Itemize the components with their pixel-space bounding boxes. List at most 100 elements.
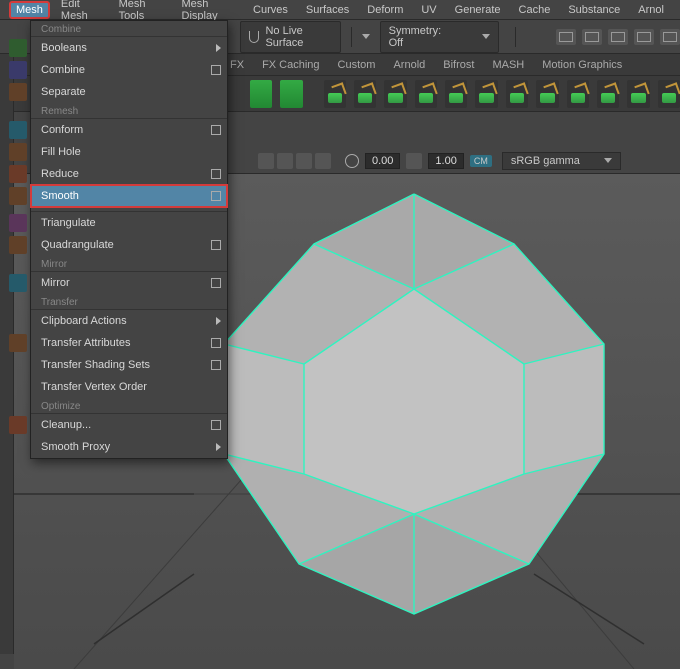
menu-item-label: Booleans (41, 42, 216, 54)
thin-dropdown-icon[interactable] (362, 34, 370, 39)
menu-item-quadrangulate[interactable]: Quadrangulate (31, 234, 227, 256)
menu-item-label: Quadrangulate (41, 239, 211, 251)
scale-tool-icon[interactable] (315, 153, 331, 169)
menu-item-smooth[interactable]: Smooth (31, 185, 227, 207)
menu-item-label: Fill Hole (41, 146, 221, 158)
divider-icon (515, 27, 516, 47)
menu-item-label: Cleanup... (41, 419, 211, 431)
smooth-icon (9, 187, 27, 205)
menubar-arnold[interactable]: Arnol (632, 2, 670, 18)
magnet-icon (249, 31, 259, 43)
option-box-icon[interactable] (211, 65, 221, 75)
value-field-1[interactable]: 0.00 (365, 153, 400, 169)
submenu-arrow-icon (216, 317, 221, 325)
option-box-icon[interactable] (211, 360, 221, 370)
menu-section-optimize: Optimize (31, 398, 227, 413)
value-field-2[interactable]: 1.00 (428, 153, 463, 169)
menu-item-reduce[interactable]: Reduce (31, 163, 227, 185)
live-surface-dropdown[interactable]: No Live Surface (240, 21, 341, 53)
shelf-icon-brush-4[interactable] (415, 80, 437, 108)
option-box-icon[interactable] (211, 125, 221, 135)
menu-item-fill-hole[interactable]: Fill Hole (31, 141, 227, 163)
option-box-icon[interactable] (211, 278, 221, 288)
menubar-surfaces[interactable]: Surfaces (300, 2, 355, 18)
menu-item-transfer-shading[interactable]: Transfer Shading Sets (31, 354, 227, 376)
menubar-cache[interactable]: Cache (513, 2, 557, 18)
menu-item-cleanup[interactable]: Cleanup... (31, 414, 227, 436)
menubar-generate[interactable]: Generate (449, 2, 507, 18)
rotate-tool-icon[interactable] (296, 153, 312, 169)
reduce-icon (9, 165, 27, 183)
render-settings-icon[interactable] (634, 29, 654, 45)
shelf-icon-brush-1[interactable] (324, 80, 346, 108)
shelf-icon-brush-7[interactable] (506, 80, 528, 108)
shelf-icon-preset[interactable] (250, 80, 272, 108)
shelf-icon-preset2[interactable] (280, 80, 302, 108)
option-box-icon[interactable] (211, 191, 221, 201)
render-view-icon[interactable] (556, 29, 576, 45)
render-frame-icon[interactable] (582, 29, 602, 45)
shelf-tab-mash[interactable]: MASH (492, 59, 524, 71)
menu-item-label: Reduce (41, 168, 211, 180)
menu-item-transfer-attributes[interactable]: Transfer Attributes (31, 332, 227, 354)
exposure-icon[interactable] (406, 153, 422, 169)
menu-item-clipboard[interactable]: Clipboard Actions (31, 310, 227, 332)
menu-item-label: Clipboard Actions (41, 315, 216, 327)
loop-icon[interactable] (345, 154, 359, 168)
option-box-icon[interactable] (211, 240, 221, 250)
move-tool-icon[interactable] (277, 153, 293, 169)
menubar-mesh[interactable]: Mesh (10, 2, 49, 18)
menu-item-label: Mirror (41, 277, 211, 289)
shelf-icon-brush-12[interactable] (658, 80, 680, 108)
menu-item-label: Transfer Attributes (41, 337, 211, 349)
shelf-tab-arnold[interactable]: Arnold (393, 59, 425, 71)
shelf-icon-brush-10[interactable] (597, 80, 619, 108)
shelf-icon-brush-2[interactable] (354, 80, 376, 108)
shelf-icon-brush-9[interactable] (567, 80, 589, 108)
symmetry-dropdown[interactable]: Symmetry: Off (380, 21, 500, 53)
menu-item-label: Smooth Proxy (41, 441, 216, 453)
mesh-object[interactable] (224, 194, 604, 614)
shelf-icon-brush-3[interactable] (384, 80, 406, 108)
menu-item-separate[interactable]: Separate (31, 81, 227, 103)
menu-item-label: Transfer Vertex Order (41, 381, 221, 393)
shelf-tab-fx[interactable]: FX (230, 59, 244, 71)
mirror-icon (9, 274, 27, 292)
menubar-deform[interactable]: Deform (361, 2, 409, 18)
shelf-icon-brush-11[interactable] (627, 80, 649, 108)
menu-section-mirror: Mirror (31, 256, 227, 271)
option-box-icon[interactable] (211, 420, 221, 430)
cm-badge[interactable]: CM (470, 155, 492, 167)
menu-item-triangulate[interactable]: Triangulate (31, 212, 227, 234)
menu-item-conform[interactable]: Conform (31, 119, 227, 141)
shelf-tab-bifrost[interactable]: Bifrost (443, 59, 474, 71)
shelf-icon-brush-6[interactable] (475, 80, 497, 108)
quadrangulate-icon (9, 236, 27, 254)
menu-item-booleans[interactable]: Booleans (31, 37, 227, 59)
menu-item-smooth-proxy[interactable]: Smooth Proxy (31, 436, 227, 458)
shelf-tab-motion[interactable]: Motion Graphics (542, 59, 622, 71)
shelf-tab-fx-caching[interactable]: FX Caching (262, 59, 319, 71)
colorspace-dropdown[interactable]: sRGB gamma (502, 152, 621, 170)
menu-item-label: Conform (41, 124, 211, 136)
colorspace-label: sRGB gamma (511, 155, 580, 167)
menubar-curves[interactable]: Curves (247, 2, 294, 18)
option-box-icon[interactable] (211, 169, 221, 179)
menubar-uv[interactable]: UV (415, 2, 442, 18)
menu-item-transfer-vertex[interactable]: Transfer Vertex Order (31, 376, 227, 398)
menu-item-mirror[interactable]: Mirror (31, 272, 227, 294)
shelf-icon-brush-5[interactable] (445, 80, 467, 108)
shelf-icon-brush-8[interactable] (536, 80, 558, 108)
chevron-down-icon (482, 34, 490, 39)
sequence-render-icon[interactable] (660, 29, 680, 45)
symmetry-label: Symmetry: Off (389, 25, 447, 49)
menu-item-combine[interactable]: Combine (31, 59, 227, 81)
menu-section-transfer: Transfer (31, 294, 227, 309)
live-surface-label: No Live Surface (265, 25, 331, 49)
select-tool-icon[interactable] (258, 153, 274, 169)
menubar-substance[interactable]: Substance (562, 2, 626, 18)
render-icon-group (556, 29, 680, 45)
ipr-icon[interactable] (608, 29, 628, 45)
shelf-tab-custom[interactable]: Custom (338, 59, 376, 71)
option-box-icon[interactable] (211, 338, 221, 348)
